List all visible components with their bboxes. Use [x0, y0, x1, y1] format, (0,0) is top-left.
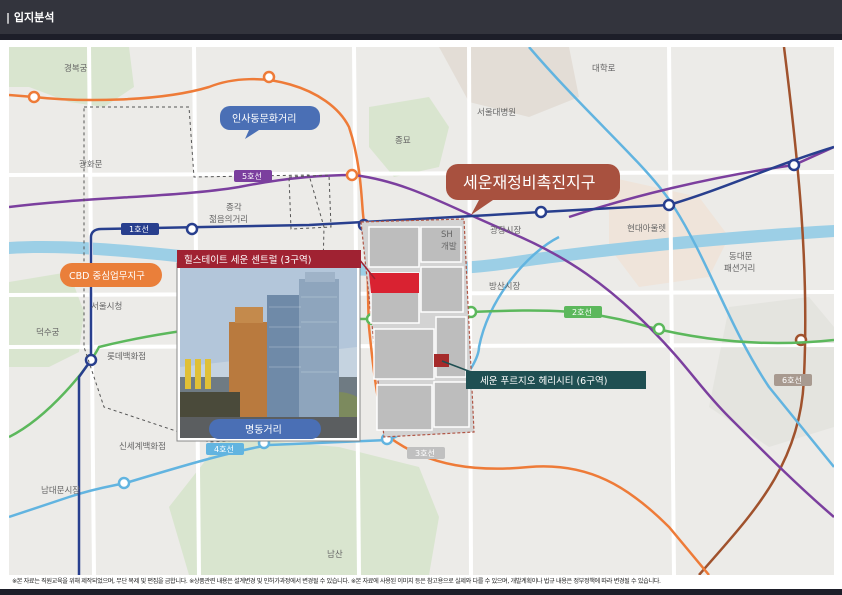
label-cityhall: 서울시청 — [91, 302, 122, 312]
label-gwanghwamun: 광화문 — [79, 159, 103, 170]
station-anguk — [262, 70, 276, 84]
station-hoehyeon — [117, 476, 131, 490]
callout-sewoon: 세운재정비촉진지구 — [446, 164, 620, 215]
hillstate-site — [369, 273, 419, 293]
label-lotte: 롯데백화점 — [107, 351, 146, 362]
block-daehak — [439, 47, 579, 117]
station-ddp — [652, 322, 666, 336]
label-namsan: 남산 — [327, 549, 343, 560]
station-jonggak — [185, 222, 199, 236]
label-dongdaemun-2: 패션거리 — [724, 263, 755, 274]
line5-label: 5호선 — [242, 172, 262, 181]
label-gyeongbokgung: 경복궁 — [64, 63, 88, 74]
callout-cbd: CBD 중심업무지구 — [60, 263, 162, 287]
callout-myeongdong: 명동거리 — [209, 419, 321, 439]
station-jongno5ga — [534, 205, 548, 219]
line2-label: 2호선 — [572, 308, 592, 317]
footer-disclaimer: ※본 자료는 직원교육을 위해 제작되었으며, 무단 복제 및 편집을 금합니다… — [12, 578, 661, 585]
footer: ※본 자료는 직원교육을 위해 제작되었으며, 무단 복제 및 편집을 금합니다… — [0, 575, 842, 595]
label-bangsan: 방산시장 — [489, 281, 520, 292]
station-dongdaemun — [662, 198, 676, 212]
callout-insadong-text: 인사동문화거리 — [232, 113, 296, 125]
page-title: | 입지분석 — [6, 11, 55, 24]
line6-label: 6호선 — [782, 376, 802, 385]
header-bar: | 입지분석 — [0, 0, 842, 34]
sewoon-blocks — [368, 226, 470, 431]
callout-hillstate-text: 힐스테이트 세운 센트럴 (3구역) — [184, 254, 311, 266]
subway-line-1-south — [77, 359, 93, 575]
label-namdaemun: 남대문시장 — [41, 485, 80, 496]
line4-label: 4호선 — [214, 445, 234, 454]
park-gyeongbokgung — [9, 47, 134, 107]
map-svg: 경복궁 광화문 서울시청 덕수궁 롯데백화점 신세계백화점 남대문시장 남산 대… — [9, 47, 834, 575]
label-deoksugung: 덕수궁 — [36, 327, 60, 338]
block-east — [709, 297, 834, 447]
hillstate-photo — [176, 262, 361, 442]
label-dongdaemun: 동대문 — [729, 252, 753, 262]
label-daehakro: 대학로 — [592, 63, 616, 74]
label-jonggak: 종각 — [226, 202, 242, 213]
location-map: 경복궁 광화문 서울시청 덕수궁 롯데백화점 신세계백화점 남대문시장 남산 대… — [9, 47, 834, 575]
label-sh-2: 개발 — [441, 241, 457, 252]
prugio-site — [434, 354, 449, 367]
line3-label: 3호선 — [415, 449, 435, 458]
label-jonggak-2: 젊음의거리 — [209, 214, 248, 225]
label-gwangjang: 광장시장 — [490, 225, 521, 236]
station-sinseoldong — [787, 158, 801, 172]
callout-cbd-text: CBD 중심업무지구 — [69, 270, 145, 282]
station-gyeongbokgung — [27, 90, 41, 104]
callout-myeongdong-text: 명동거리 — [245, 424, 282, 436]
footer-bar — [0, 589, 842, 595]
station-jongno3ga — [345, 168, 359, 182]
label-shinsegae: 신세계백화점 — [119, 441, 166, 452]
label-snu-hospital: 서울대병원 — [477, 108, 516, 118]
callout-insadong: 인사동문화거리 — [220, 106, 320, 139]
header-stripe — [0, 34, 842, 40]
jonggak-boundary — [288, 174, 332, 230]
label-hyundai-outlet: 현대아울렛 — [627, 223, 666, 234]
callout-prugio-text: 세운 푸르지오 헤리시티 (6구역) — [480, 375, 607, 387]
label-sh: SH — [441, 230, 453, 240]
label-jongmyo: 종묘 — [395, 136, 411, 146]
callout-sewoon-text: 세운재정비촉진지구 — [463, 173, 595, 192]
line1-label: 1호선 — [129, 225, 149, 234]
